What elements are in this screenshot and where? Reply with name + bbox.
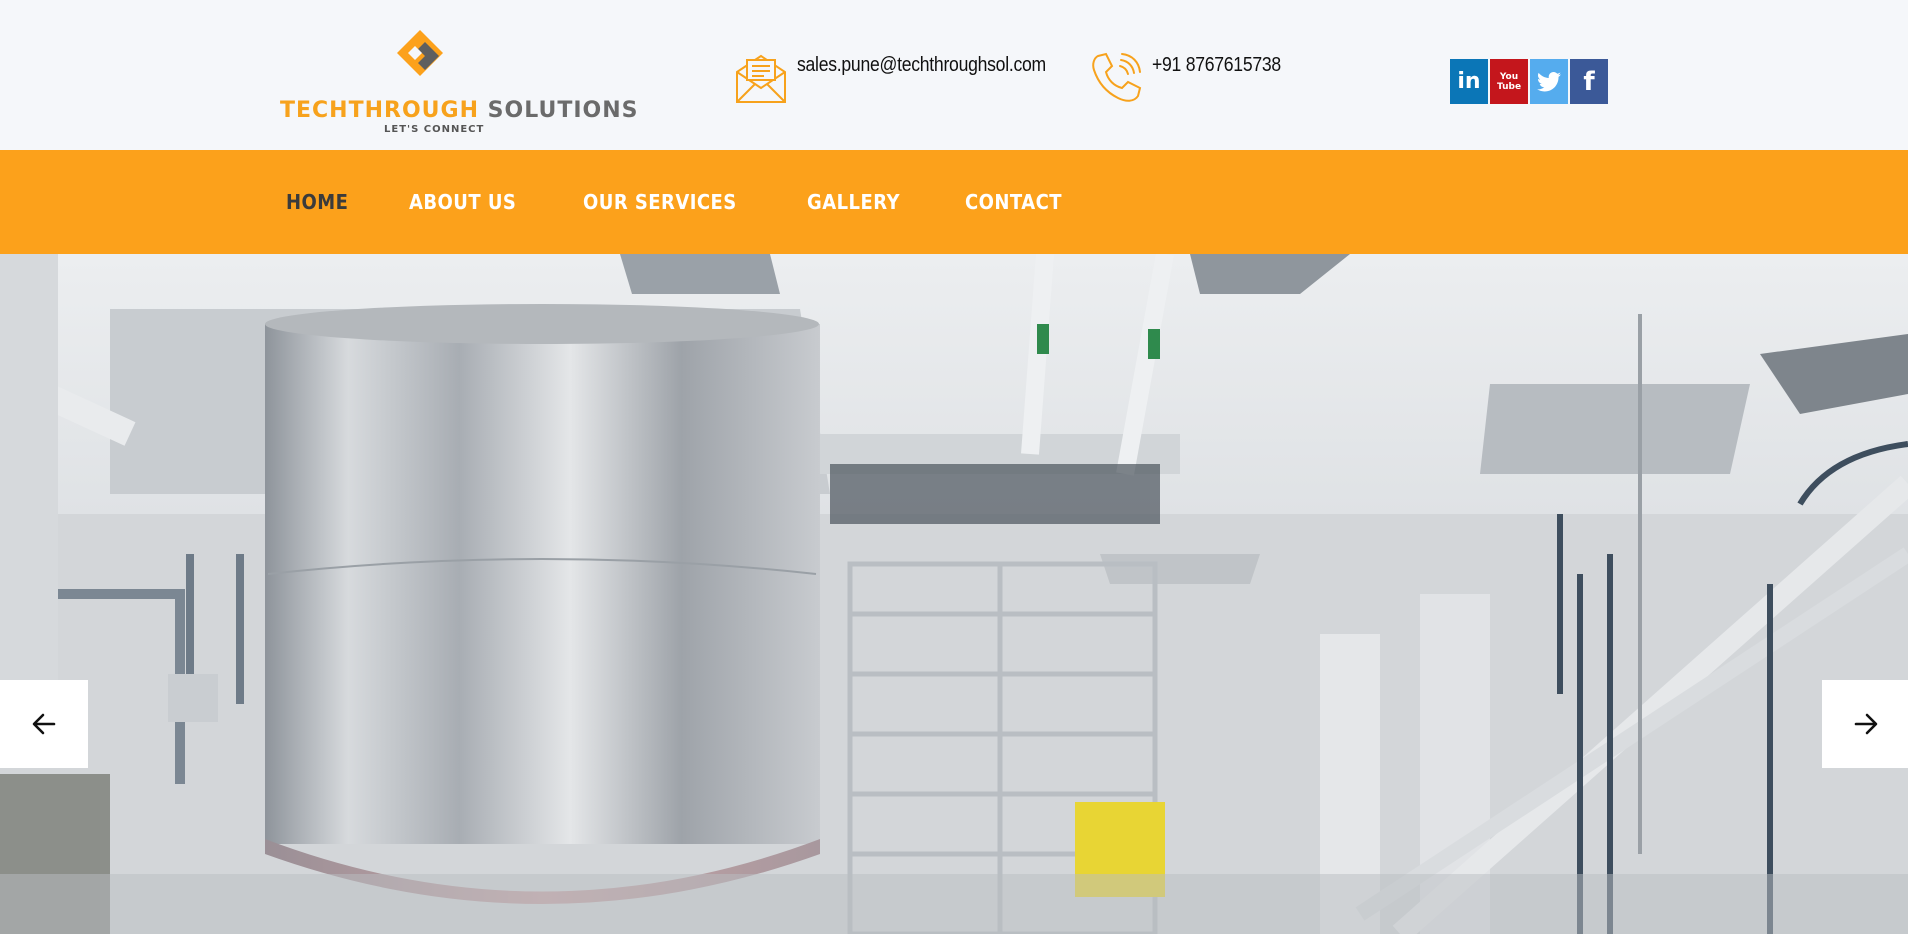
arrow-right-icon bbox=[1854, 713, 1878, 735]
envelope-icon bbox=[736, 54, 786, 103]
logo-wordmark: TECHTHROUGH SOLUTIONS bbox=[280, 98, 637, 123]
social-links: in You Tube f bbox=[1450, 59, 1608, 104]
nav-item-home[interactable]: HOME bbox=[286, 190, 348, 214]
facebook-icon[interactable]: f bbox=[1570, 59, 1608, 104]
nav-item-our-services[interactable]: OUR SERVICES bbox=[583, 190, 737, 214]
email-text[interactable]: sales.pune@techthroughsol.com bbox=[797, 54, 1046, 77]
logo-word-2: SOLUTIONS bbox=[487, 98, 639, 123]
site-header: TECHTHROUGH SOLUTIONS LET'S CONNECT sale… bbox=[0, 0, 1908, 150]
twitter-bird-icon bbox=[1537, 71, 1561, 91]
arrow-left-icon bbox=[32, 713, 56, 735]
nav-item-contact[interactable]: CONTACT bbox=[965, 190, 1062, 214]
nav-list: HOME ABOUT US OUR SERVICES GALLERY CONTA… bbox=[286, 150, 1126, 254]
main-nav: HOME ABOUT US OUR SERVICES GALLERY CONTA… bbox=[0, 150, 1908, 254]
email-contact[interactable]: sales.pune@techthroughsol.com bbox=[733, 50, 1080, 106]
youtube-icon[interactable]: You Tube bbox=[1490, 59, 1528, 104]
nav-item-about-us[interactable]: ABOUT US bbox=[409, 190, 516, 214]
nav-item-gallery[interactable]: GALLERY bbox=[807, 190, 900, 214]
logo-mark-icon bbox=[397, 30, 443, 76]
slider-prev-button[interactable] bbox=[0, 680, 88, 768]
twitter-icon[interactable] bbox=[1530, 59, 1568, 104]
phone-text[interactable]: +91 8767615738 bbox=[1152, 54, 1281, 77]
linkedin-icon[interactable]: in bbox=[1450, 59, 1488, 104]
hero-image bbox=[0, 254, 1908, 934]
phone-contact[interactable]: +91 8767615738 bbox=[1088, 50, 1299, 106]
logo-word-1: TECHTHROUGH bbox=[280, 98, 479, 123]
phone-icon bbox=[1092, 52, 1142, 102]
slider-next-button[interactable] bbox=[1822, 680, 1908, 768]
site-logo[interactable]: TECHTHROUGH SOLUTIONS LET'S CONNECT bbox=[280, 28, 637, 140]
hero-slider bbox=[0, 254, 1908, 934]
logo-tagline: LET'S CONNECT bbox=[384, 124, 485, 135]
